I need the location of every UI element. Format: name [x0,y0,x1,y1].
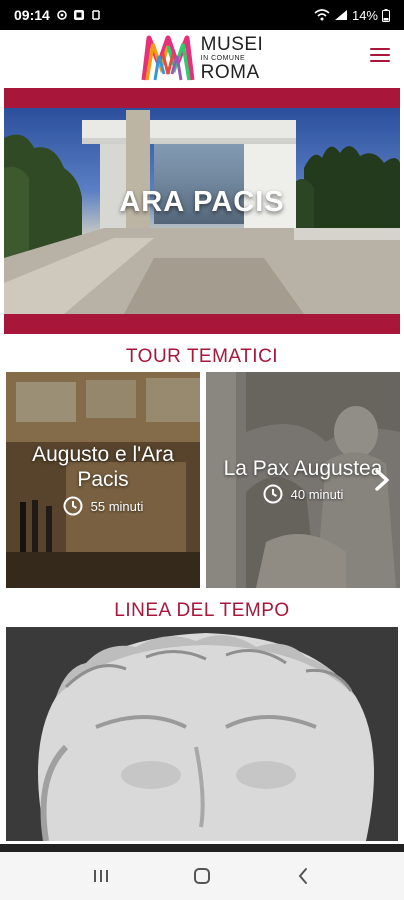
recents-icon[interactable] [81,861,121,891]
hero-banner[interactable]: ARA PACIS [4,88,400,334]
app-header: MUSEI IN COMUNE ROMA [0,30,404,86]
system-nav-bar [0,852,404,900]
logo-line1: MUSEI [200,33,264,55]
tour-card-pax[interactable]: La Pax Augustea 40 minuti [206,372,400,588]
clock-icon [63,496,83,516]
logo-mark-icon [141,35,195,81]
menu-line [370,48,390,50]
tour-card-augusto[interactable]: Augusto e l'Ara Pacis 55 minuti [6,372,200,588]
augustus-bust-image [6,627,398,841]
tour-duration: 40 minuti [206,484,400,504]
logo-line3: ROMA [200,61,260,83]
clock-icon [263,484,283,504]
battery-percent: 14% [351,7,378,23]
status-bar: 09:14 14% [0,0,404,30]
app-icon [73,10,84,20]
tour-duration-text: 40 minuti [290,486,344,502]
tour-title: Augusto e l'Ara Pacis [32,443,174,491]
status-right: 14% [314,8,390,23]
hamburger-icon[interactable] [370,48,390,66]
signal-icon [334,10,347,20]
notification-icons [56,9,102,21]
back-icon[interactable] [283,861,323,891]
logo-line2: IN COMUNE [200,54,246,62]
home-icon[interactable] [182,861,222,891]
logo-text: MUSEI IN COMUNE ROMA [201,35,264,82]
museum-logo[interactable]: MUSEI IN COMUNE ROMA [141,34,264,82]
status-time: 09:14 [14,7,50,23]
sync-icon [92,10,100,20]
timeline-section-title: LINEA DEL TEMPO [114,600,290,621]
tour-title: La Pax Augustea [223,457,383,480]
menu-line [370,54,390,56]
content-bottom-edge [0,844,404,852]
tours-section-title: TOUR TEMATICI [125,346,279,367]
tour-duration-text: 55 minuti [90,498,144,514]
chevron-right-icon[interactable] [372,468,392,492]
tour-duration: 55 minuti [6,496,200,516]
menu-line [370,60,390,62]
battery-icon [382,8,390,22]
timeline-image[interactable] [6,627,398,841]
hero-title: ARA PACIS [119,186,285,218]
gear-icon [57,10,67,20]
wifi-icon [314,9,330,21]
